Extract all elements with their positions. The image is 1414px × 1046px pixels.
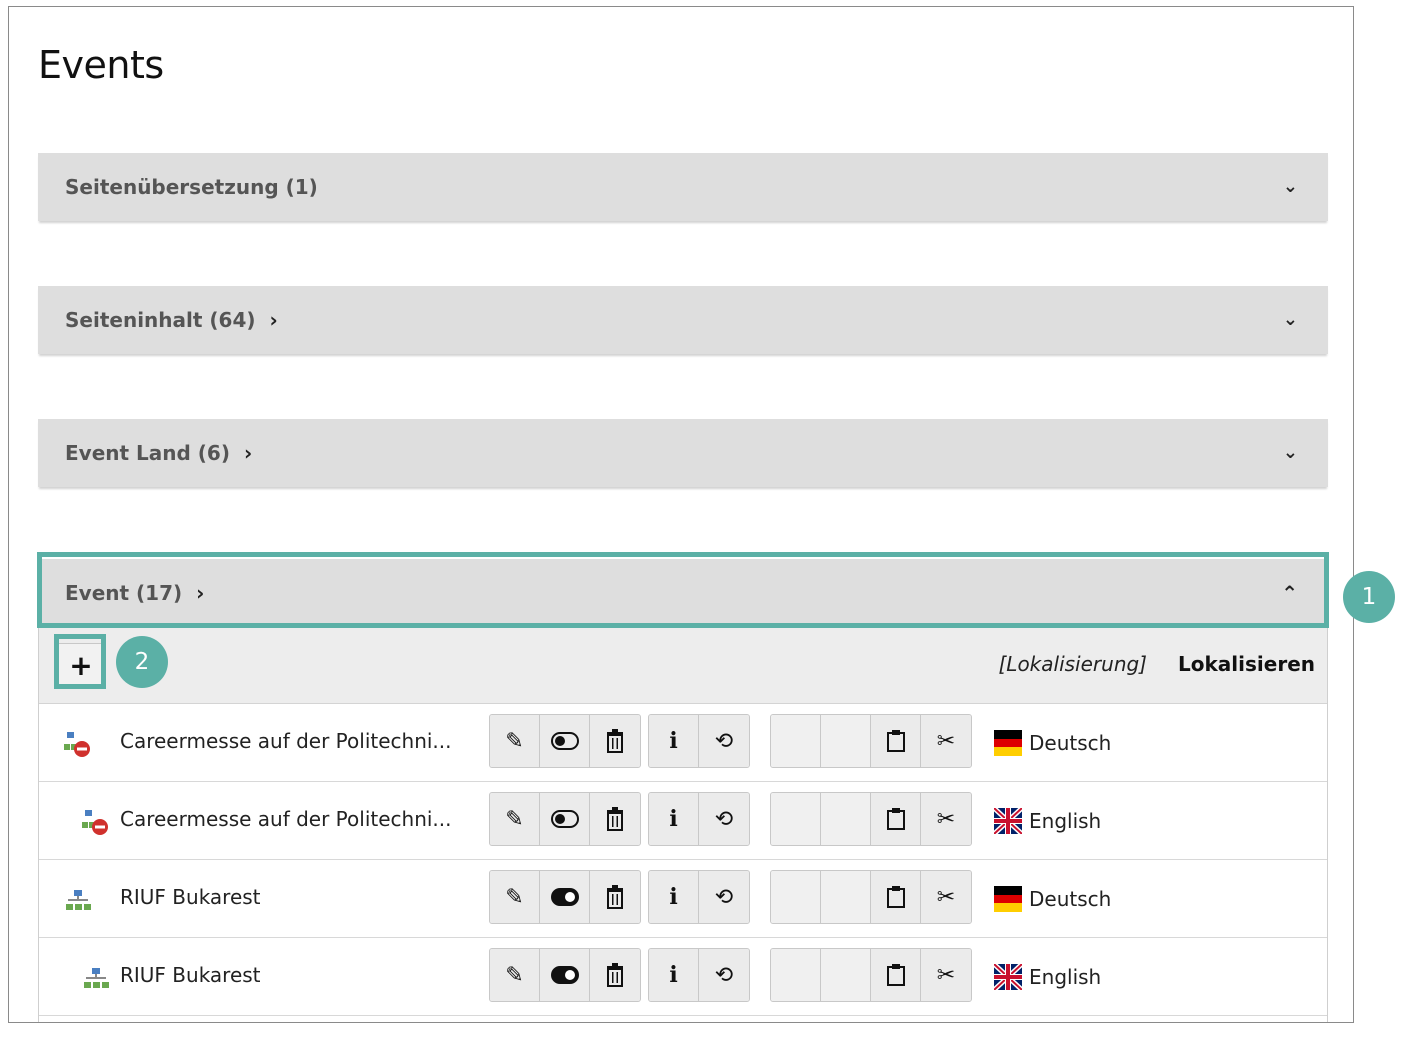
info-icon[interactable]: i bbox=[649, 949, 699, 1001]
record-title[interactable]: Careermesse auf der Politechni... bbox=[120, 729, 452, 753]
history-icon[interactable]: ⟲ bbox=[699, 949, 749, 1001]
panel-seiteninhalt[interactable]: Seiteninhalt (64) › ⌄ bbox=[38, 286, 1328, 354]
language-label: Deutsch bbox=[1029, 731, 1112, 755]
pencil-icon[interactable]: ✎ bbox=[490, 871, 540, 923]
record-clipboard-group: ✂ bbox=[770, 792, 972, 846]
info-icon[interactable]: i bbox=[649, 871, 699, 923]
record-title[interactable]: Careermesse auf der Politechni... bbox=[120, 807, 452, 831]
record-info-group: i ⟲ bbox=[648, 870, 750, 924]
empty-slot bbox=[821, 871, 871, 923]
callout-badge-1: 1 bbox=[1343, 571, 1395, 623]
toggle-off-icon[interactable] bbox=[540, 793, 590, 845]
empty-slot bbox=[771, 715, 821, 767]
record-clipboard-group: ✂ bbox=[770, 870, 972, 924]
clipboard-icon[interactable] bbox=[871, 793, 921, 845]
empty-slot bbox=[821, 715, 871, 767]
record-clipboard-group: ✂ bbox=[770, 714, 972, 768]
language-cell: English bbox=[994, 806, 1101, 836]
table-row: Careermesse auf der Politechni... ✎ i ⟲ … bbox=[39, 782, 1327, 860]
callout-badge-2: 2 bbox=[116, 636, 168, 688]
trash-icon[interactable] bbox=[590, 793, 640, 845]
panel-title-text: Seitenübersetzung (1) bbox=[65, 175, 318, 199]
trash-icon[interactable] bbox=[590, 715, 640, 767]
chevron-down-icon[interactable]: ⌄ bbox=[1283, 153, 1298, 221]
page-hidden-icon[interactable] bbox=[63, 730, 93, 758]
language-cell: English bbox=[994, 962, 1101, 992]
pencil-icon[interactable]: ✎ bbox=[490, 949, 540, 1001]
empty-slot bbox=[771, 949, 821, 1001]
panel-title[interactable]: Seiteninhalt (64) › bbox=[65, 286, 278, 354]
clipboard-icon[interactable] bbox=[871, 949, 921, 1001]
info-icon[interactable]: i bbox=[649, 715, 699, 767]
trash-icon[interactable] bbox=[590, 871, 640, 923]
info-icon[interactable]: i bbox=[649, 793, 699, 845]
record-title[interactable]: RIUF Bukarest bbox=[120, 963, 261, 987]
highlight-new-record bbox=[54, 634, 106, 689]
record-edit-group: ✎ bbox=[489, 870, 641, 924]
table-row: RIUF Bukarest ✎ i ⟲ ✂ English bbox=[39, 938, 1327, 1016]
empty-slot bbox=[821, 793, 871, 845]
flag-de-icon bbox=[994, 886, 1022, 912]
table-header: + [Lokalisierung] Lokalisieren bbox=[39, 628, 1327, 704]
scissors-icon[interactable]: ✂ bbox=[921, 793, 971, 845]
page-hidden-icon[interactable] bbox=[81, 808, 111, 836]
toggle-on-icon[interactable] bbox=[540, 871, 590, 923]
page-tree-icon[interactable] bbox=[81, 964, 111, 992]
record-info-group: i ⟲ bbox=[648, 714, 750, 768]
panel-title-text: Seiteninhalt (64) bbox=[65, 308, 256, 332]
page-tree-icon[interactable] bbox=[63, 886, 93, 914]
history-icon[interactable]: ⟲ bbox=[699, 715, 749, 767]
toggle-on-icon[interactable] bbox=[540, 949, 590, 1001]
module-frame: Events Seitenübersetzung (1) ⌄ Seiteninh… bbox=[8, 6, 1354, 1023]
panel-title-text: Event Land (6) bbox=[65, 441, 230, 465]
table-row: RIUF Bukarest ✎ i ⟲ ✂ Deutsch bbox=[39, 860, 1327, 938]
language-label: Deutsch bbox=[1029, 887, 1112, 911]
record-title[interactable]: RIUF Bukarest bbox=[120, 885, 261, 909]
localize-button[interactable]: Lokalisieren bbox=[1178, 652, 1315, 676]
flag-gb-icon bbox=[994, 964, 1022, 990]
empty-slot bbox=[771, 793, 821, 845]
record-info-group: i ⟲ bbox=[648, 948, 750, 1002]
highlight-event-panel bbox=[37, 552, 1329, 628]
trash-icon[interactable] bbox=[590, 949, 640, 1001]
pencil-icon[interactable]: ✎ bbox=[490, 715, 540, 767]
panel-title[interactable]: Seitenübersetzung (1) bbox=[65, 153, 318, 221]
scissors-icon[interactable]: ✂ bbox=[921, 949, 971, 1001]
table-row: Careermesse auf der Politechni... ✎ i ⟲ … bbox=[39, 704, 1327, 782]
chevron-right-icon[interactable]: › bbox=[244, 419, 252, 487]
record-edit-group: ✎ bbox=[489, 948, 641, 1002]
page-title: Events bbox=[38, 43, 164, 87]
record-clipboard-group: ✂ bbox=[770, 948, 972, 1002]
record-edit-group: ✎ bbox=[489, 714, 641, 768]
language-label: English bbox=[1029, 809, 1102, 833]
history-icon[interactable]: ⟲ bbox=[699, 793, 749, 845]
chevron-down-icon[interactable]: ⌄ bbox=[1283, 286, 1298, 354]
chevron-down-icon[interactable]: ⌄ bbox=[1283, 419, 1298, 487]
clipboard-icon[interactable] bbox=[871, 871, 921, 923]
pencil-icon[interactable]: ✎ bbox=[490, 793, 540, 845]
scissors-icon[interactable]: ✂ bbox=[921, 715, 971, 767]
event-record-table: + [Lokalisierung] Lokalisieren Careermes… bbox=[38, 627, 1328, 1022]
clipboard-icon[interactable] bbox=[871, 715, 921, 767]
chevron-right-icon[interactable]: › bbox=[270, 286, 278, 354]
empty-slot bbox=[771, 871, 821, 923]
empty-slot bbox=[821, 949, 871, 1001]
record-edit-group: ✎ bbox=[489, 792, 641, 846]
flag-gb-icon bbox=[994, 808, 1022, 834]
language-cell: Deutsch bbox=[994, 728, 1111, 758]
flag-de-icon bbox=[994, 730, 1022, 756]
localization-label: [Lokalisierung] bbox=[998, 652, 1148, 676]
scissors-icon[interactable]: ✂ bbox=[921, 871, 971, 923]
panel-event-land[interactable]: Event Land (6) › ⌄ bbox=[38, 419, 1328, 487]
history-icon[interactable]: ⟲ bbox=[699, 871, 749, 923]
record-info-group: i ⟲ bbox=[648, 792, 750, 846]
language-label: English bbox=[1029, 965, 1102, 989]
panel-title[interactable]: Event Land (6) › bbox=[65, 419, 252, 487]
panel-seitenuebersetzung[interactable]: Seitenübersetzung (1) ⌄ bbox=[38, 153, 1328, 221]
language-cell: Deutsch bbox=[994, 884, 1111, 914]
toggle-off-icon[interactable] bbox=[540, 715, 590, 767]
